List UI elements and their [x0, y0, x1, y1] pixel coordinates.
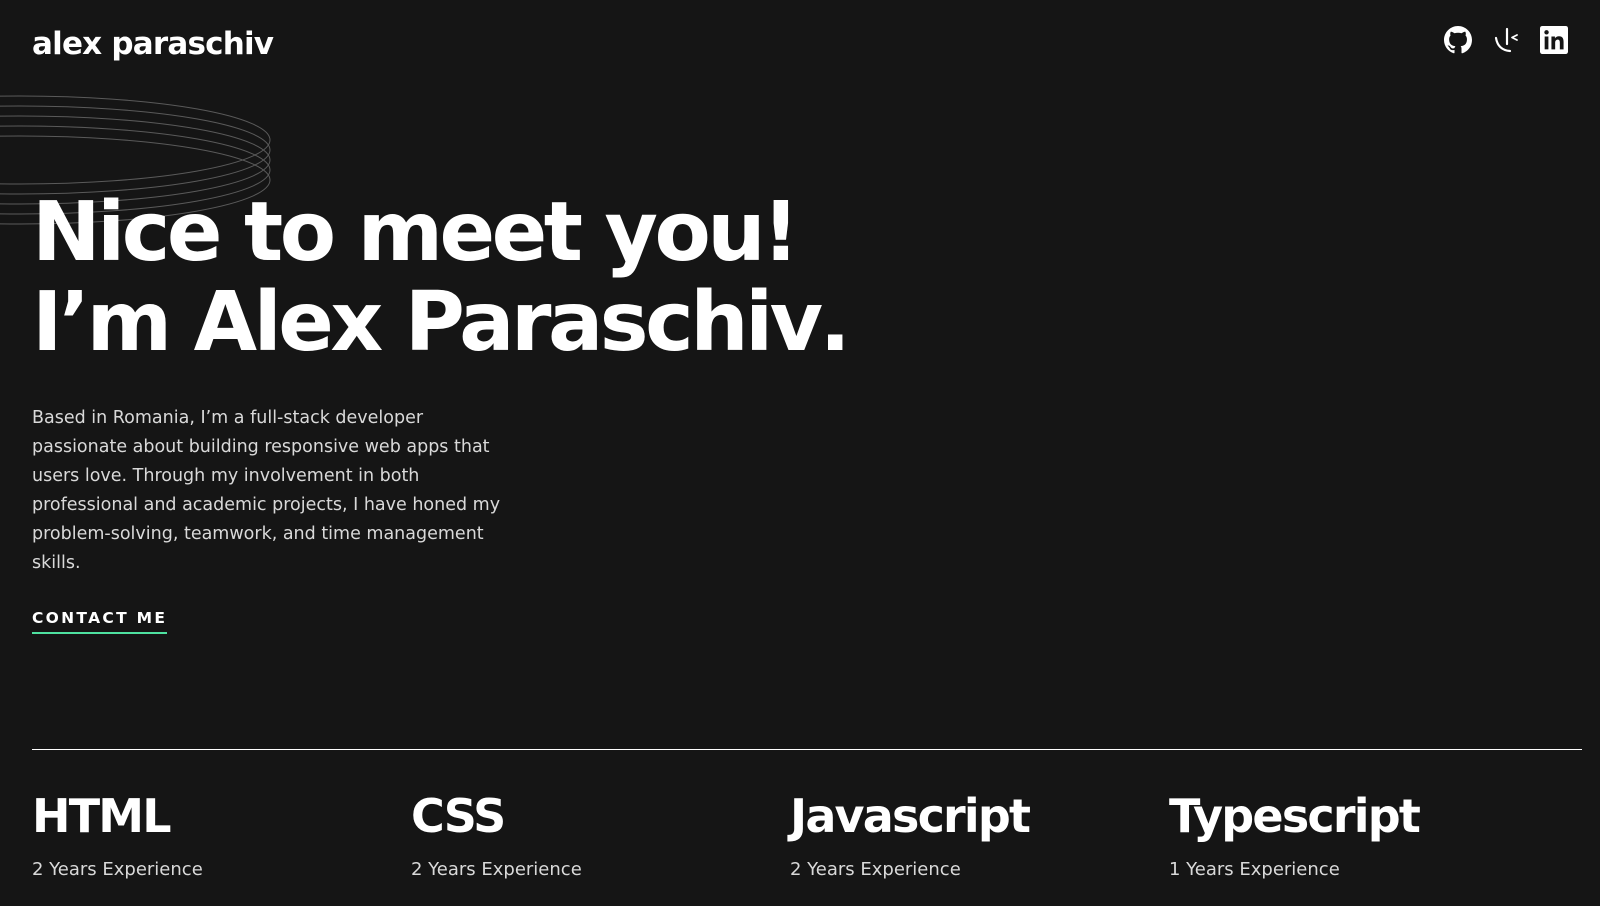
- skill-name: CSS: [411, 789, 506, 843]
- skill-item: HTML 2 Years Experience: [32, 790, 411, 882]
- portfolio-page: alex paraschiv Nice to meet you! I’m Ale…: [0, 0, 1600, 906]
- hero-bio: Based in Romania, I’m a full-stack devel…: [32, 408, 501, 573]
- hero-line-2: I’m Alex Paraschiv.: [32, 275, 851, 370]
- skill-item: CSS 2 Years Experience: [411, 790, 790, 882]
- skill-item: Javascript 2 Years Experience: [790, 790, 1169, 882]
- github-icon: [1444, 26, 1472, 54]
- hero-name: Alex Paraschiv: [193, 275, 823, 370]
- skill-experience: 2 Years Experience: [32, 859, 203, 880]
- skill-name: Typescript: [1169, 789, 1421, 843]
- frontend-mentor-link[interactable]: [1492, 26, 1520, 54]
- section-divider: [32, 749, 1582, 750]
- skill-name: Javascript: [790, 789, 1031, 843]
- hero-heading: Nice to meet you! I’m Alex Paraschiv.: [32, 185, 851, 370]
- skill-experience: 1 Years Experience: [1169, 859, 1340, 880]
- skill-experience: 2 Years Experience: [411, 859, 582, 880]
- skills-section: HTML 2 Years Experience CSS 2 Years Expe…: [32, 790, 1582, 882]
- skill-item: Typescript 1 Years Experience: [1169, 790, 1548, 882]
- hero-period: .: [819, 275, 851, 370]
- skill-experience: 2 Years Experience: [790, 859, 961, 880]
- github-link[interactable]: [1444, 26, 1472, 54]
- hero-line-1: Nice to meet you!: [32, 185, 800, 280]
- skill-name: HTML: [32, 789, 172, 843]
- linkedin-link[interactable]: [1540, 26, 1568, 54]
- frontend-mentor-icon: [1494, 27, 1518, 53]
- linkedin-icon: [1540, 26, 1568, 54]
- contact-me-button[interactable]: CONTACT ME: [32, 608, 168, 634]
- social-links: [1444, 26, 1568, 54]
- hero-name-highlight: Alex Paraschiv: [193, 275, 823, 370]
- site-logo[interactable]: alex paraschiv: [32, 24, 274, 64]
- hero-greeting-prefix: I’m: [32, 275, 194, 370]
